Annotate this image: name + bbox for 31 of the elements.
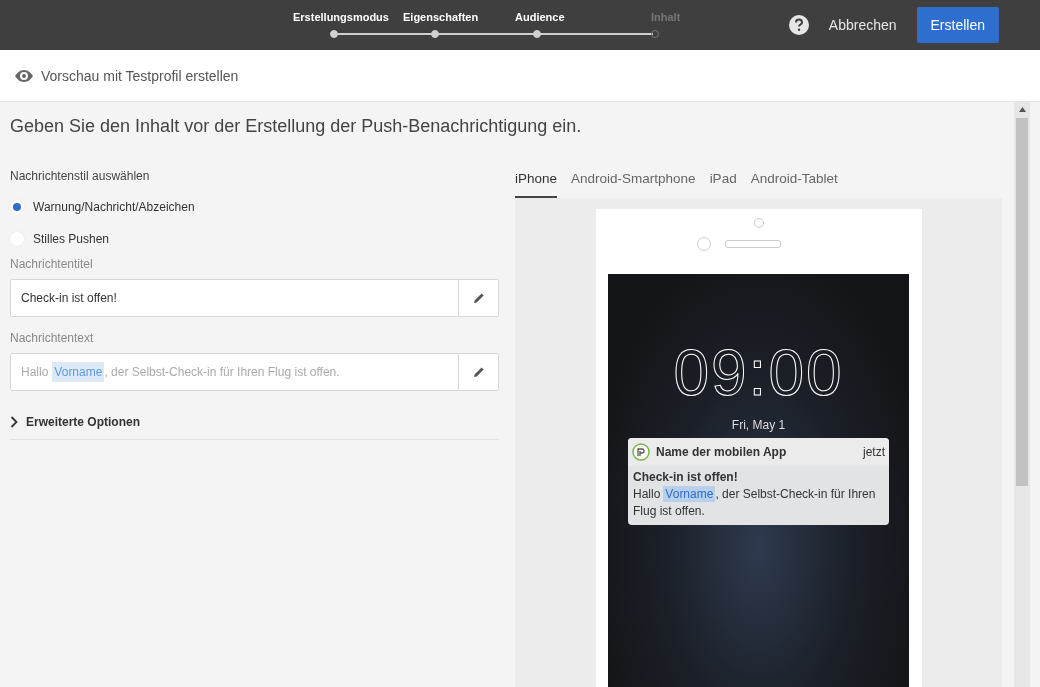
radio-label: Stilles Pushen (33, 232, 110, 246)
help-icon[interactable] (788, 15, 809, 35)
scrollbar[interactable] (1014, 102, 1030, 687)
radio-button[interactable] (10, 200, 24, 214)
app-icon (632, 443, 650, 461)
device-tab[interactable]: Android-Smartphone (571, 171, 696, 198)
cancel-button[interactable]: Abbrechen (822, 13, 903, 37)
field-label: Nachrichtentitel (10, 257, 94, 271)
advanced-options-toggle[interactable]: Erweiterte Optionen (10, 405, 499, 440)
section-label: Nachrichtenstil auswählen (10, 169, 151, 183)
step-label: Eigenschaften (403, 11, 479, 25)
notification-time: jetzt (863, 445, 885, 459)
device-tab[interactable]: iPad (709, 171, 737, 198)
chevron-icon (10, 416, 18, 428)
device-tab[interactable]: Android-Tablet (750, 171, 838, 198)
clock-date: Fri, May 1 (731, 418, 786, 432)
speaker-icon (724, 240, 781, 248)
step-label: Erstellungsmodus (293, 11, 389, 25)
app-name: Name der mobilen App (656, 445, 788, 459)
notification-title: Check-in ist offen! (632, 469, 739, 484)
preview-link[interactable]: Vorschau mit Testprofil erstellen (15, 67, 239, 84)
eye-icon (15, 69, 33, 82)
scroll-up-icon[interactable] (1018, 106, 1026, 112)
step-label: Inhalt (651, 11, 681, 25)
clock-time: 09:00 (673, 336, 844, 410)
step-label: Audience (515, 11, 565, 25)
create-button[interactable]: Erstellen (916, 7, 999, 43)
notification-text: Hallo Vorname , der Selbst-Check-in für Ihren Flug ist offen. (632, 485, 877, 520)
page-heading: Geben Sie den Inhalt vor der Erstellung der Push-Benachrichtigung ein. (10, 116, 583, 137)
radio-label: Warnung/Nachricht/Abzeichen (33, 200, 195, 214)
field-label: Nachrichtentext (10, 331, 95, 345)
